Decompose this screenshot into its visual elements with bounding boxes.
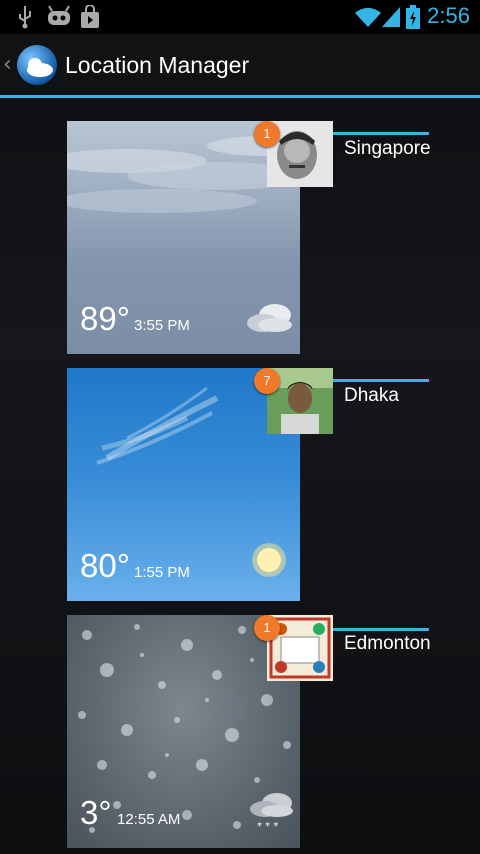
location-name[interactable]: Singapore: [344, 138, 431, 160]
snow-cloud-icon: * * *: [250, 793, 293, 832]
location-card-singapore[interactable]: 89° 3:55 PM: [67, 121, 300, 354]
wifi-icon: [355, 7, 381, 27]
usb-icon: [19, 6, 31, 29]
svg-text:* * *: * * *: [257, 821, 278, 832]
location-divider: [333, 132, 429, 135]
action-bar-divider: [0, 95, 480, 98]
page-title: Location Manager: [65, 52, 250, 78]
local-time: 1:55 PM: [134, 564, 190, 581]
clock: 2:56: [427, 3, 470, 28]
notification-badge: 1: [254, 121, 280, 147]
temperature: 3°: [80, 794, 112, 831]
location-divider: [333, 379, 429, 382]
notification-badge: 7: [254, 368, 280, 394]
weather-globe-icon[interactable]: [16, 44, 58, 86]
store-bag-icon: [81, 5, 99, 28]
cloudy-icon: [247, 304, 292, 332]
local-time: 3:55 PM: [134, 317, 190, 334]
battery-charging-icon: [406, 5, 420, 29]
location-name[interactable]: Edmonton: [344, 633, 431, 655]
temperature: 89°: [80, 300, 130, 337]
notification-badge: 1: [254, 615, 280, 641]
location-name[interactable]: Dhaka: [344, 385, 399, 407]
location-card-dhaka[interactable]: 80° 1:55 PM: [67, 368, 300, 601]
location-divider: [333, 628, 429, 631]
local-time: 12:55 AM: [117, 811, 181, 828]
sunny-icon: [252, 543, 286, 577]
status-bar: 2:56: [0, 0, 480, 34]
location-card-edmonton[interactable]: 3° 12:55 AM * * *: [67, 615, 300, 848]
chevron-left-icon[interactable]: ‹: [3, 52, 12, 77]
signal-icon: [382, 7, 400, 27]
android-debug-icon: [48, 5, 70, 25]
temperature: 80°: [80, 547, 130, 584]
